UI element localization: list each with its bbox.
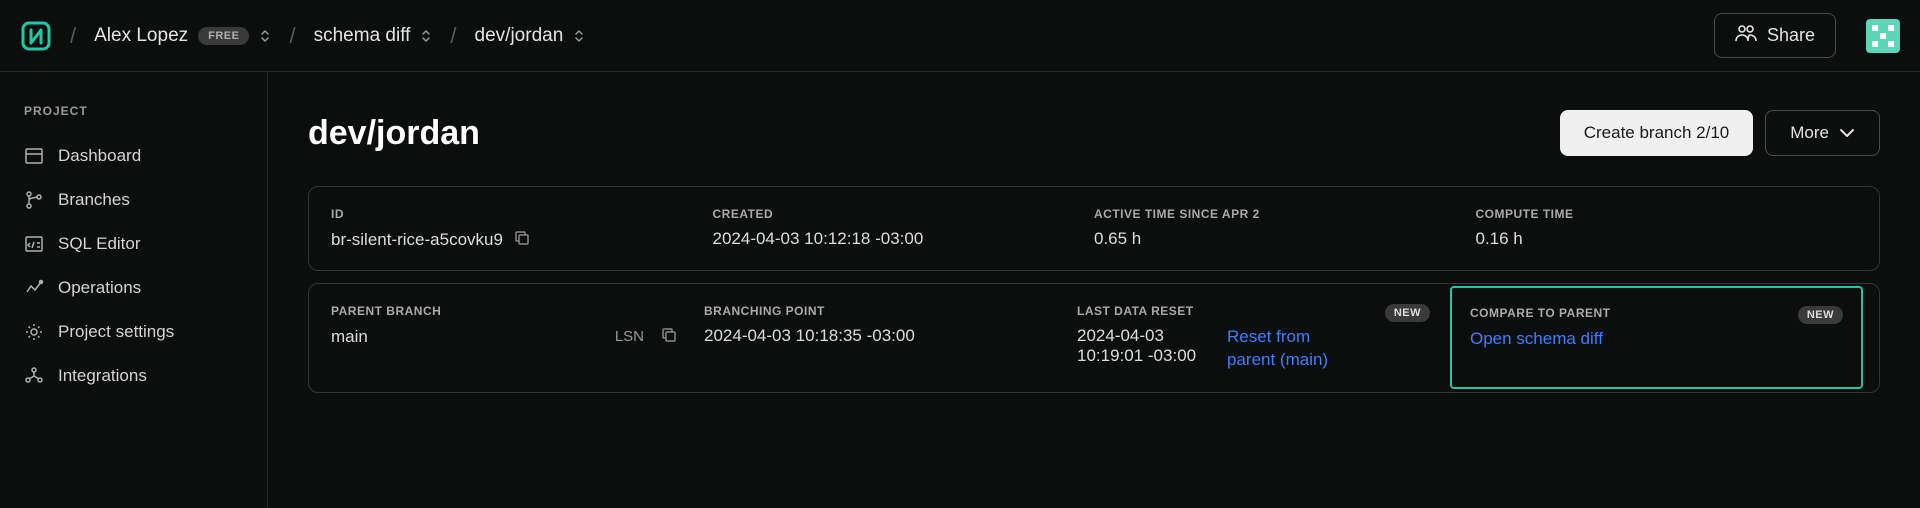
main-content: dev/jordan Create branch 2/10 More ID br… <box>268 72 1920 508</box>
more-button[interactable]: More <box>1765 110 1880 156</box>
breadcrumb-branch[interactable]: dev/jordan <box>475 25 586 47</box>
active-time-label: ACTIVE TIME SINCE APR 2 <box>1094 207 1476 221</box>
brand-logo[interactable] <box>20 20 52 52</box>
create-branch-button[interactable]: Create branch 2/10 <box>1560 110 1754 156</box>
topbar: / Alex Lopez FREE / schema diff / dev/jo… <box>0 0 1920 72</box>
lsn-label: LSN <box>615 328 644 345</box>
id-value: br-silent-rice-a5covku9 <box>331 230 503 250</box>
created-label: CREATED <box>713 207 1095 221</box>
sidebar-item-sql-editor[interactable]: SQL Editor <box>24 222 267 266</box>
new-badge: NEW <box>1385 304 1430 322</box>
breadcrumb-sep: / <box>70 23 76 49</box>
sidebar-item-label: Integrations <box>58 366 147 386</box>
dashboard-icon <box>24 146 44 166</box>
sidebar-item-label: SQL Editor <box>58 234 141 254</box>
reset-from-parent-link[interactable]: Reset from parent (main) <box>1227 326 1347 372</box>
branch-info-card: ID br-silent-rice-a5covku9 CREATED 2024-… <box>308 186 1880 271</box>
parent-branch-value: main <box>331 327 368 347</box>
breadcrumb-user-label: Alex Lopez <box>94 25 188 47</box>
compute-time-value: 0.16 h <box>1476 229 1858 249</box>
breadcrumb-project-label: schema diff <box>314 25 411 47</box>
sidebar-item-operations[interactable]: Operations <box>24 266 267 310</box>
branches-icon <box>24 190 44 210</box>
sidebar-item-label: Project settings <box>58 322 174 342</box>
sidebar-item-integrations[interactable]: Integrations <box>24 354 267 398</box>
new-badge: NEW <box>1798 306 1843 324</box>
branching-point-label: BRANCHING POINT <box>704 304 1077 318</box>
compute-time-label: COMPUTE TIME <box>1476 207 1858 221</box>
sidebar-heading: PROJECT <box>24 104 267 118</box>
breadcrumb-sep: / <box>289 23 295 49</box>
tier-badge: FREE <box>198 27 249 45</box>
compare-to-parent-panel: COMPARE TO PARENT NEW Open schema diff <box>1450 286 1863 389</box>
share-label: Share <box>1767 25 1815 46</box>
sidebar: PROJECT Dashboard Branches SQL Editor Op… <box>0 72 268 508</box>
updown-icon <box>420 28 432 44</box>
sidebar-item-dashboard[interactable]: Dashboard <box>24 134 267 178</box>
compare-label: COMPARE TO PARENT <box>1470 306 1611 320</box>
people-icon <box>1735 24 1757 47</box>
operations-icon <box>24 278 44 298</box>
open-schema-diff-link[interactable]: Open schema diff <box>1470 328 1843 351</box>
sql-icon <box>24 234 44 254</box>
parent-branch-label: PARENT BRANCH <box>331 304 704 318</box>
sidebar-item-label: Operations <box>58 278 141 298</box>
branching-point-value: 2024-04-03 10:18:35 -03:00 <box>704 326 1077 346</box>
copy-icon[interactable] <box>660 326 678 347</box>
last-reset-value: 2024-04-03 10:19:01 -03:00 <box>1077 326 1207 372</box>
active-time-value: 0.65 h <box>1094 229 1476 249</box>
breadcrumb-branch-label: dev/jordan <box>475 25 564 47</box>
page-title: dev/jordan <box>308 114 480 153</box>
gear-icon <box>24 322 44 342</box>
updown-icon <box>573 28 585 44</box>
integrations-icon <box>24 366 44 386</box>
id-label: ID <box>331 207 713 221</box>
breadcrumb-user[interactable]: Alex Lopez FREE <box>94 25 271 47</box>
sidebar-item-label: Dashboard <box>58 146 141 166</box>
breadcrumb-sep: / <box>450 23 456 49</box>
avatar[interactable] <box>1866 19 1900 53</box>
sidebar-item-label: Branches <box>58 190 130 210</box>
breadcrumb-project[interactable]: schema diff <box>314 25 433 47</box>
chevron-down-icon <box>1839 123 1855 143</box>
sidebar-item-branches[interactable]: Branches <box>24 178 267 222</box>
created-value: 2024-04-03 10:12:18 -03:00 <box>713 229 1095 249</box>
sidebar-item-project-settings[interactable]: Project settings <box>24 310 267 354</box>
more-label: More <box>1790 123 1829 143</box>
updown-icon <box>259 28 271 44</box>
parent-info-card: PARENT BRANCH main LSN BRANCHING POINT 2… <box>308 283 1880 393</box>
last-reset-label: LAST DATA RESET <box>1077 304 1194 318</box>
share-button[interactable]: Share <box>1714 13 1836 58</box>
copy-icon[interactable] <box>513 229 531 250</box>
